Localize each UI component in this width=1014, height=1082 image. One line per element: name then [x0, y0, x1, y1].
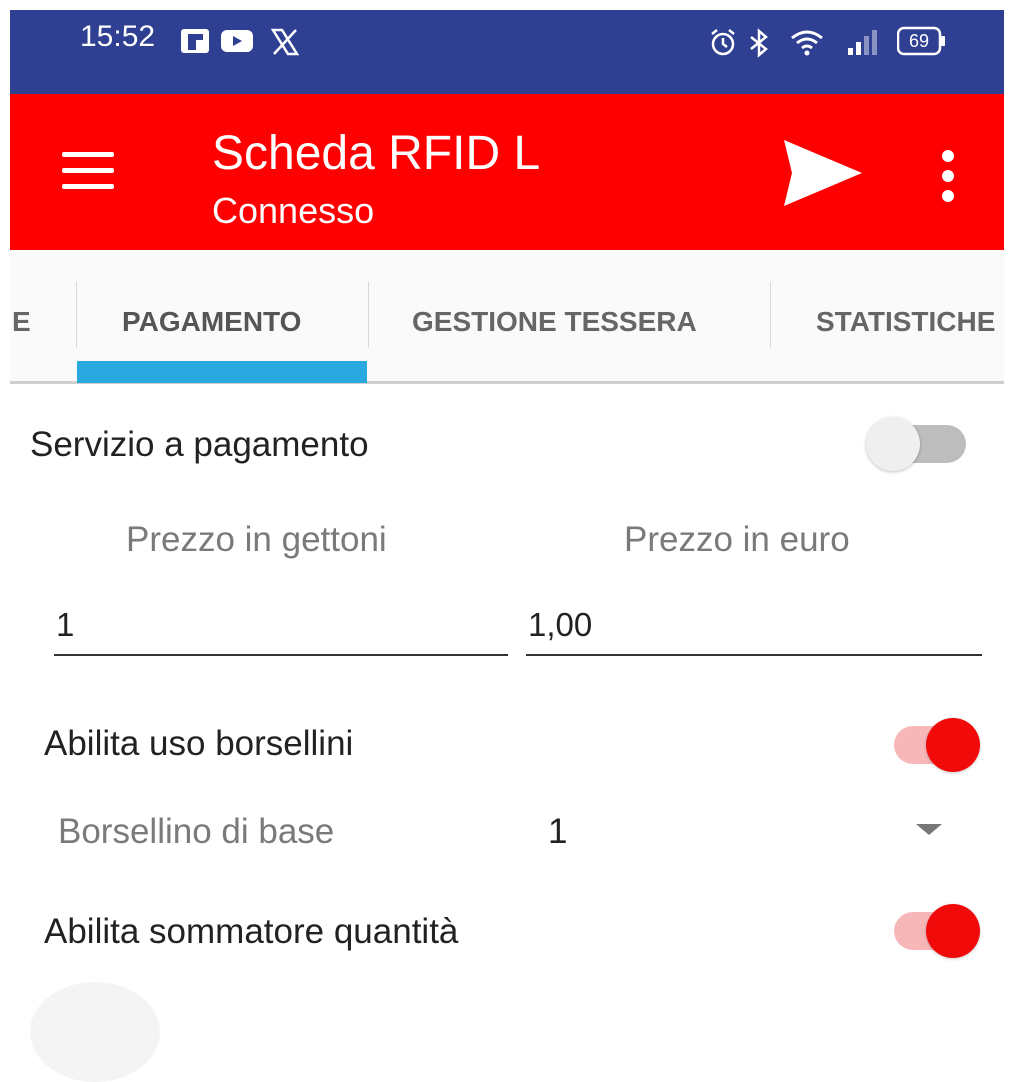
page-title: Scheda RFID L [212, 127, 541, 180]
flipboard-icon [181, 29, 209, 53]
connection-status: Connesso [212, 190, 375, 231]
price-euro-value: 1,00 [528, 606, 593, 643]
tab-divider [770, 282, 771, 348]
x-icon [270, 28, 300, 56]
background-shape [30, 982, 160, 1082]
status-time: 15:52 [80, 20, 156, 53]
base-wallet-value: 1 [548, 812, 568, 851]
tab-pagamento[interactable]: PAGAMENTO [122, 306, 301, 338]
wifi-icon [791, 30, 823, 56]
battery-icon: 69 [897, 26, 945, 56]
base-wallet-label: Borsellino di base [58, 812, 335, 851]
enable-quantity-sum-label: Abilita sommatore quantità [44, 912, 459, 951]
bluetooth-icon [750, 28, 768, 58]
youtube-icon [221, 30, 253, 52]
signal-icon [848, 30, 877, 55]
tab-divider [368, 282, 369, 348]
paid-service-switch[interactable] [860, 412, 972, 476]
tab-gestione-tessera[interactable]: GESTIONE TESSERA [412, 306, 697, 338]
price-tokens-label: Prezzo in gettoni [126, 520, 387, 559]
base-wallet-dropdown[interactable]: 1 [540, 800, 960, 862]
tab-partial-left[interactable]: E [12, 306, 31, 338]
enable-wallets-switch[interactable] [890, 714, 986, 774]
price-euro-input[interactable]: 1,00 [526, 598, 982, 658]
more-vert-icon[interactable] [936, 146, 960, 206]
enable-wallets-label: Abilita uso borsellini [44, 724, 354, 763]
chevron-down-icon [916, 824, 942, 835]
enable-quantity-sum-switch[interactable] [890, 900, 986, 960]
alarm-icon [711, 29, 735, 56]
tab-indicator [77, 361, 367, 383]
hamburger-icon[interactable] [62, 152, 114, 190]
price-euro-label: Prezzo in euro [624, 520, 850, 559]
tab-divider [76, 282, 77, 348]
price-tokens-input[interactable]: 1 [54, 598, 508, 658]
battery-level: 69 [908, 31, 930, 51]
price-tokens-value: 1 [56, 606, 75, 643]
send-icon[interactable] [782, 138, 864, 208]
tab-statistiche[interactable]: STATISTICHE [816, 306, 995, 337]
paid-service-label: Servizio a pagamento [30, 425, 369, 464]
